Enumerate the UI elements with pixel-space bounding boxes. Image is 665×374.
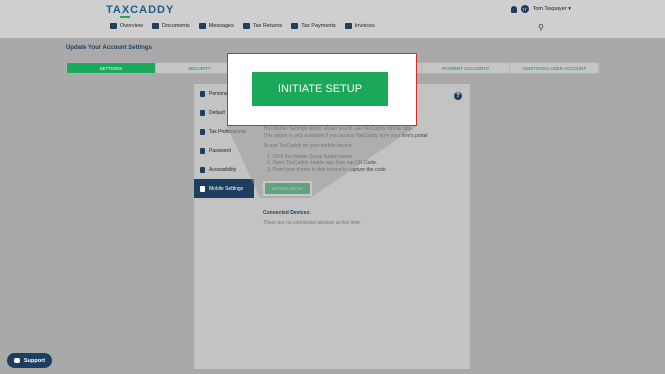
sidebar-item-password[interactable]: Password (194, 141, 254, 160)
zoom-callout: INITIATE SETUP (227, 53, 417, 126)
nav-label: Tax Payments (301, 23, 336, 29)
mobile-icon (200, 185, 205, 192)
sidebar-item-label: Password (209, 147, 231, 154)
chat-icon (14, 358, 20, 363)
nav-documents[interactable]: Documents (151, 23, 190, 29)
settings-panel: Personal Default Tax Professional Passwo… (194, 84, 470, 369)
step-3: 3. Point your phone to this screen to ca… (267, 166, 388, 173)
user-name[interactable]: Tom Taxpayer ▾ (533, 6, 571, 12)
connected-devices-title: Connected Devices: (263, 210, 311, 217)
avatar[interactable]: TT (520, 5, 529, 13)
tax-returns-icon (242, 23, 250, 29)
sidebar-item-label: Default (209, 109, 225, 116)
intro-line-2: This option is only available if you acc… (263, 132, 428, 139)
nav-label: Documents (161, 23, 190, 29)
invoices-icon (344, 23, 352, 29)
taxcaddy-logo[interactable]: TAXCADDY (106, 4, 174, 16)
logo-accent (120, 16, 130, 18)
bell-icon[interactable] (510, 5, 517, 13)
sidebar-item-label: Personal (209, 90, 229, 97)
search-icon[interactable]: ⚲ (538, 23, 544, 32)
tab-additional-user-account[interactable]: ADDITIONAL USER ACCOUNT (510, 63, 600, 73)
support-button[interactable]: Support (7, 353, 53, 368)
accessibility-icon (200, 166, 205, 173)
person-icon (200, 90, 205, 97)
nav-label: Tax Returns (252, 23, 283, 29)
nav-label: Overview (120, 23, 143, 29)
nav-tax-returns[interactable]: Tax Returns (242, 23, 283, 29)
nav-overview[interactable]: Overview (110, 23, 143, 29)
top-bar: TAXCADDY TT Tom Taxpayer ▾ Overview Docu… (0, 0, 665, 38)
intro-line-1: The Mobile Settings option allows you to… (263, 126, 413, 132)
home-icon (110, 23, 117, 29)
connected-devices-empty: There are no connected devices at this t… (263, 219, 362, 226)
initiate-setup-button-zoomed[interactable]: INITIATE SETUP (252, 72, 388, 106)
page-title: Update Your Account Settings (66, 45, 152, 51)
nav-label: Invoices (354, 23, 375, 29)
tab-payment-accounts[interactable]: PAYMENT ACCOUNTS (422, 63, 511, 73)
tab-settings[interactable]: SETTINGS (67, 63, 156, 73)
sidebar-item-accessibility[interactable]: Accessibility (194, 160, 254, 179)
briefcase-icon (200, 128, 205, 135)
initiate-setup-button[interactable]: INITIATE SETUP (263, 181, 312, 197)
user-menu[interactable]: TT Tom Taxpayer ▾ (510, 5, 571, 13)
lock-icon (200, 147, 205, 154)
help-icon[interactable]: ? (454, 92, 462, 100)
sidebar-item-label: Mobile Settings (209, 185, 244, 192)
mobile-settings-content: The Mobile Settings option allows you to… (263, 126, 463, 226)
documents-icon (151, 23, 159, 29)
dollar-icon (291, 23, 299, 29)
sidebar-item-mobile-settings[interactable]: Mobile Settings (194, 179, 254, 198)
main-nav: Overview Documents Messages Tax Returns … (110, 23, 375, 29)
nav-messages[interactable]: Messages (198, 23, 234, 29)
messages-icon (198, 23, 206, 29)
support-label: Support (24, 357, 46, 364)
nav-tax-payments[interactable]: Tax Payments (291, 23, 336, 29)
sidebar-item-label: Accessibility (209, 166, 237, 173)
sidebar-item-label: Tax Professional (209, 128, 246, 135)
nav-label: Messages (208, 23, 234, 29)
calendar-icon (200, 109, 205, 116)
nav-invoices[interactable]: Invoices (344, 23, 375, 29)
steps-title: To use TaxCaddy on your mobile device: (263, 143, 353, 149)
